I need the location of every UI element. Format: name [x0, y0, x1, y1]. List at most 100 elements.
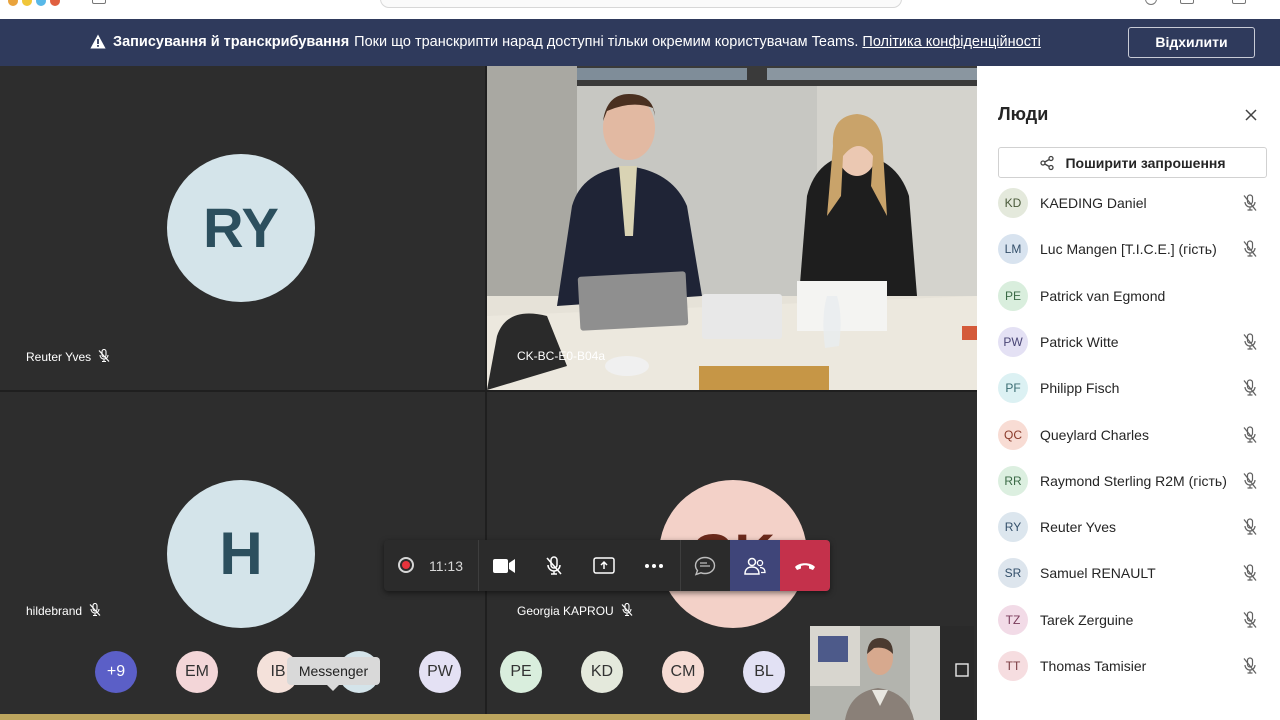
- participant-row[interactable]: PF Philipp Fisch: [977, 365, 1280, 411]
- mic-off-icon: [1243, 379, 1257, 397]
- window-icon[interactable]: [1180, 0, 1194, 4]
- share-screen-button[interactable]: [579, 540, 629, 591]
- notice-message: Поки що транскрипти нарад доступні тільк…: [354, 34, 859, 50]
- avatar-initials: PW: [427, 663, 453, 680]
- participant-row[interactable]: TZ Tarek Zerguine: [977, 597, 1280, 643]
- participant-row[interactable]: PW Patrick Witte: [977, 319, 1280, 365]
- participant-row[interactable]: PE Patrick van Egmond: [977, 273, 1280, 319]
- chat-icon: [694, 556, 716, 576]
- participant-tile[interactable]: RY Reuter Yves: [0, 66, 485, 390]
- camera-button[interactable]: [479, 540, 529, 591]
- meeting-controls-bar: 11:13: [384, 540, 830, 591]
- chat-button[interactable]: [680, 540, 730, 591]
- participant-avatar-small[interactable]: KD: [581, 651, 623, 693]
- participant-name-label: hildebrand: [26, 604, 83, 618]
- participant-name: hildebrand: [26, 602, 102, 618]
- browser-toolbar: [0, 0, 1280, 19]
- people-button[interactable]: [730, 540, 780, 591]
- overflow-participants-badge[interactable]: +9: [95, 651, 137, 693]
- avatar-initials: KD: [590, 663, 614, 680]
- mic-off-icon: [1243, 333, 1257, 350]
- participant-row[interactable]: TT Thomas Tamisier: [977, 643, 1280, 689]
- mic-off-indicator: [1242, 472, 1258, 495]
- notice-text: Записування й транскрибування Поки що тра…: [113, 34, 1041, 50]
- participant-avatar: LM: [998, 234, 1028, 265]
- hangup-button[interactable]: [780, 540, 830, 591]
- mic-off-indicator: [1242, 379, 1258, 402]
- mic-off-indicator: [1242, 518, 1258, 541]
- mic-off-indicator: [1242, 194, 1258, 217]
- participant-avatar-small[interactable]: PW: [419, 651, 461, 693]
- record-icon[interactable]: [398, 557, 414, 573]
- participant-name: Philipp Fisch: [1040, 380, 1120, 397]
- mic-off-indicator: [1242, 333, 1258, 356]
- participant-name: Georgia KAPROU: [517, 602, 634, 618]
- people-panel: Люди Поширити запрошення KD KAEDING Danie…: [977, 66, 1280, 720]
- warning-icon: [90, 34, 106, 49]
- account-icon[interactable]: [1145, 0, 1157, 5]
- participant-avatar: PF: [998, 373, 1028, 404]
- avatar-initials: BL: [754, 663, 774, 680]
- mic-off-icon: [1243, 611, 1257, 628]
- participant-row[interactable]: LM Luc Mangen [T.I.C.E.] (гість): [977, 226, 1280, 272]
- more-actions-button[interactable]: [629, 540, 679, 591]
- participant-avatar-small[interactable]: CM: [662, 651, 704, 693]
- mic-off-icon: [1243, 564, 1257, 582]
- privacy-policy-link[interactable]: Політика конфіденційності: [862, 34, 1040, 50]
- participant-row[interactable]: RY Reuter Yves: [977, 504, 1280, 550]
- participant-avatar: SR: [998, 558, 1028, 589]
- participant-avatar: H: [167, 480, 315, 628]
- participant-avatar-small[interactable]: BL: [743, 651, 785, 693]
- mic-off-indicator: [1242, 657, 1258, 680]
- room-video: [487, 66, 977, 390]
- people-icon: [744, 557, 766, 575]
- mute-button[interactable]: [529, 540, 579, 591]
- mic-off-icon: [1243, 518, 1257, 535]
- hangup-icon: [795, 562, 815, 570]
- participant-avatar-small[interactable]: EM: [176, 651, 218, 693]
- window-icon[interactable]: [1232, 0, 1246, 4]
- participant-row[interactable]: RR Raymond Sterling R2M (гість): [977, 458, 1280, 504]
- participant-avatar: TZ: [998, 604, 1028, 635]
- participant-avatar-small[interactable]: PE: [500, 651, 542, 693]
- participant-name-label: Reuter Yves: [26, 350, 92, 364]
- window-dot: [22, 0, 32, 6]
- overflow-count: +9: [106, 663, 126, 680]
- mic-off-icon: [1243, 657, 1257, 674]
- participant-name: KAEDING Daniel: [1040, 195, 1147, 211]
- participant-name: Raymond Sterling R2M (гість): [1040, 472, 1227, 489]
- participant-video-tile[interactable]: CK-BC-E0-B04a: [487, 66, 977, 390]
- participant-row[interactable]: QC Queylard Charles: [977, 412, 1280, 458]
- mic-off-icon: [1243, 240, 1257, 258]
- participant-name: Queylard Charles: [1040, 426, 1149, 443]
- taskbar-strip: [0, 714, 810, 720]
- address-bar[interactable]: [380, 0, 902, 8]
- participant-name: Reuter Yves: [26, 348, 111, 364]
- mic-off-icon: [1243, 472, 1257, 489]
- tab-icon[interactable]: [92, 0, 106, 4]
- meeting-timer: 11:13: [429, 558, 463, 574]
- participant-row[interactable]: KD KAEDING Daniel: [977, 180, 1280, 226]
- notice-title: Записування й транскрибування: [113, 34, 350, 50]
- participant-name: Samuel RENAULT: [1040, 565, 1156, 582]
- more-icon: [645, 563, 663, 568]
- participant-avatar: PE: [998, 280, 1028, 311]
- participant-avatar: PW: [998, 326, 1028, 357]
- share-invite-button[interactable]: Поширити запрошення: [998, 147, 1267, 178]
- share-icon: [1040, 155, 1055, 170]
- self-view-video[interactable]: [810, 626, 974, 720]
- dismiss-button[interactable]: Відхилити: [1128, 27, 1255, 58]
- mic-off-icon: [1243, 425, 1257, 443]
- participant-name: Reuter Yves: [1040, 519, 1117, 536]
- close-icon[interactable]: [1243, 107, 1259, 123]
- participant-avatar: KD: [998, 188, 1028, 218]
- participant-row[interactable]: SR Samuel RENAULT: [977, 550, 1280, 596]
- panel-title: Люди: [998, 104, 1049, 124]
- share-invite-label: Поширити запрошення: [1065, 154, 1226, 171]
- participant-name: CK-BC-E0-B04a: [517, 349, 606, 363]
- mic-off-icon: [98, 348, 110, 363]
- mic-off-icon: [621, 602, 633, 617]
- self-view-image: [810, 626, 974, 720]
- mic-off-indicator: [1242, 564, 1258, 587]
- mic-off-icon: [546, 555, 562, 575]
